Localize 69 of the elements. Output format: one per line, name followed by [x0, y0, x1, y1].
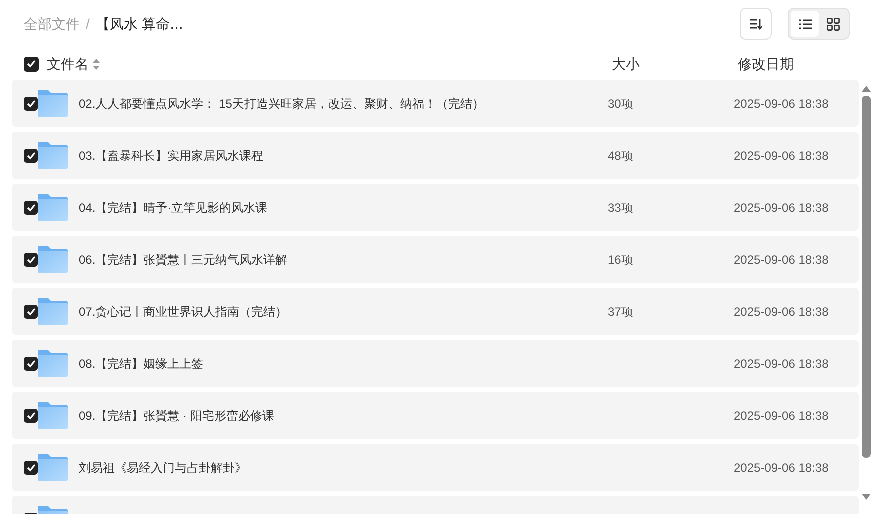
file-name[interactable]: 08.【完结】姻缘上上签: [79, 354, 204, 372]
modified-date: 2025-09-06 18:38: [734, 460, 829, 476]
file-name[interactable]: 04.【完结】晴予·立竿见影的风水课: [79, 198, 268, 216]
item-count: 33项: [608, 200, 634, 216]
check-icon: [26, 308, 36, 316]
scrollbar-thumb[interactable]: [862, 96, 871, 458]
file-name[interactable]: 07.贪心记丨商业世界识人指南（完结）: [79, 302, 288, 320]
scroll-up-icon[interactable]: [862, 86, 871, 92]
sort-icon: [749, 18, 763, 30]
file-row[interactable]: 06.【完结】张贇慧丨三元纳气风水详解 16项 2025-09-06 18:38: [12, 236, 859, 283]
breadcrumb-link[interactable]: 【风水 算命…: [96, 14, 184, 34]
file-name[interactable]: 06.【完结】张贇慧丨三元纳气风水详解: [79, 250, 288, 268]
row-checkbox[interactable]: [24, 252, 38, 266]
sort-button[interactable]: [740, 8, 772, 40]
row-checkbox[interactable]: [24, 304, 38, 318]
file-name[interactable]: 02.人人都要懂点风水学： 15天打造兴旺家居，改运、聚财、纳福！（完结）: [79, 94, 484, 112]
folder-icon: [38, 402, 68, 429]
check-icon: [26, 204, 36, 212]
grid-icon: [826, 18, 840, 30]
file-name[interactable]: 03.【盍暴科长】实用家居风水课程: [79, 146, 264, 164]
select-all-checkbox[interactable]: [24, 56, 39, 72]
modified-date: 2025-09-06 18:38: [734, 408, 829, 424]
modified-date: 2025-09-06 18:38: [734, 304, 829, 320]
folder-icon: [38, 298, 68, 325]
modified-date: 2025-09-06 18:38: [734, 96, 829, 112]
row-checkbox[interactable]: [24, 460, 38, 474]
row-checkbox[interactable]: [24, 96, 38, 110]
folder-icon: [38, 454, 68, 481]
check-icon: [26, 360, 36, 368]
sort-arrows-icon[interactable]: [93, 58, 100, 70]
check-icon: [27, 60, 36, 68]
list-view-button[interactable]: [791, 11, 819, 37]
file-name[interactable]: 09.【完结】张贇慧 · 阳宅形峦必修课: [79, 406, 274, 424]
scroll-down-icon[interactable]: [862, 494, 871, 500]
row-checkbox[interactable]: [24, 356, 38, 370]
folder-icon: [38, 246, 68, 273]
file-row[interactable]: 02.人人都要懂点风水学： 15天打造兴旺家居，改运、聚财、纳福！（完结） 30项 2025-09-06 18:38: [12, 80, 859, 127]
row-checkbox[interactable]: [24, 408, 38, 422]
check-icon: [26, 100, 36, 108]
file-row[interactable]: 08.【完结】姻缘上上签 2025-09-06 18:38: [12, 340, 859, 387]
column-header[interactable]: 文件名: [47, 54, 89, 74]
folder-icon: [38, 90, 68, 117]
folder-icon: [38, 142, 68, 169]
file-name[interactable]: 刘易祖《易经入门与占卦解卦》: [79, 458, 247, 476]
file-row[interactable]: 03.【盍暴科长】实用家居风水课程 48项 2025-09-06 18:38: [12, 132, 859, 179]
item-count: 37项: [608, 304, 634, 320]
row-checkbox[interactable]: [24, 200, 38, 214]
item-count: 30项: [608, 96, 634, 112]
check-icon: [26, 412, 36, 420]
list-icon: [798, 18, 812, 30]
check-icon: [26, 464, 36, 472]
file-row[interactable]: 07.贪心记丨商业世界识人指南（完结） 37项 2025-09-06 18:38: [12, 288, 859, 335]
modified-date: 2025-09-06 18:38: [734, 356, 829, 372]
file-row[interactable]: 04.【完结】晴予·立竿见影的风水课 33项 2025-09-06 18:38: [12, 184, 859, 231]
modified-date: 2025-09-06 18:38: [734, 148, 829, 164]
item-count: 48项: [608, 148, 634, 164]
modified-date: 2025-09-06 18:38: [734, 200, 829, 216]
modified-date: 2025-09-06 18:38: [734, 252, 829, 268]
folder-icon: [38, 350, 68, 377]
breadcrumb-separator: /: [86, 14, 90, 34]
row-checkbox[interactable]: [24, 148, 38, 162]
folder-icon: [38, 194, 68, 221]
file-row[interactable]: 09.【完结】张贇慧 · 阳宅形峦必修课 2025-09-06 18:38: [12, 392, 859, 439]
column-header: 大小: [612, 54, 640, 74]
check-icon: [26, 152, 36, 160]
item-count: 16项: [608, 252, 634, 268]
column-header: 修改日期: [738, 54, 794, 74]
check-icon: [26, 256, 36, 264]
file-row[interactable]: 刘易祖《易经入门与占卦解卦》 2025-09-06 18:38: [12, 444, 859, 491]
